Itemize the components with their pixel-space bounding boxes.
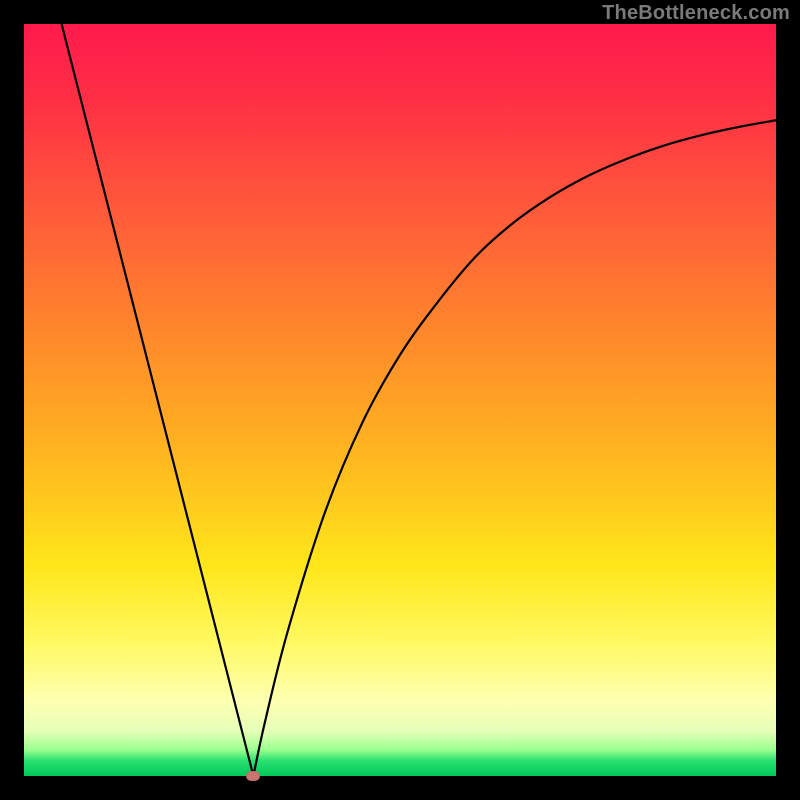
chart-frame: TheBottleneck.com [0, 0, 800, 800]
bottleneck-curve [62, 24, 776, 776]
curve-svg [24, 24, 776, 776]
optimal-point-marker [246, 771, 260, 781]
plot-area [24, 24, 776, 776]
watermark-text: TheBottleneck.com [602, 2, 790, 25]
